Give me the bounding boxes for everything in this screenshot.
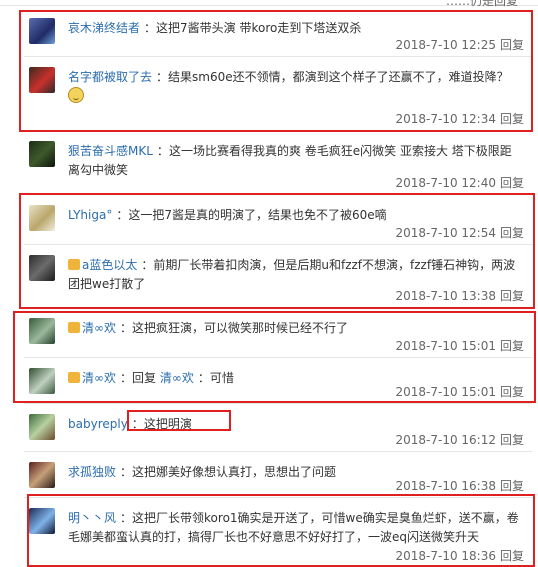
comment-text: 可惜 [209, 371, 234, 385]
avatar[interactable] [29, 508, 55, 534]
comment-meta: 2018-7-10 12:34 回复 [395, 110, 524, 127]
comment-date: 2018-7-10 13:38 [395, 289, 496, 303]
comment-body: LYhiga° ：这一把7酱是真的明演了，结果也免不了被60e嘀 [68, 208, 387, 222]
comment-row: 狠苦奋斗感MKL ：这一场比赛看得我真的爽 卷毛疯狂e闪微笑 亚索接大 塔下极限距… [24, 131, 532, 195]
comment-meta: 2018-7-10 16:12 回复 [395, 431, 524, 448]
comment-meta: 2018-7-10 12:25 回复 [395, 36, 524, 53]
user-badge-icon [68, 259, 80, 270]
avatar[interactable] [29, 205, 55, 231]
avatar[interactable] [29, 141, 55, 167]
comment-body: 清∞欢 ：这把疯狂演，可以微笑那时候已经不行了 [68, 319, 520, 338]
username-link[interactable]: a蓝色以太 [82, 258, 137, 272]
comment-meta: 2018-7-10 12:40 回复 [395, 174, 524, 191]
avatar[interactable] [29, 18, 55, 44]
comment-row: babyreply ：这把明演 2018-7-10 16:12 回复 [24, 404, 532, 452]
comment-text: 这把娜美好像想认真打，思想出了问题 [132, 465, 337, 479]
comment-row: 求孤独败 ：这把娜美好像想认真打，思想出了问题 2018-7-10 16:38 回复 [24, 452, 532, 498]
comment-meta: 2018-7-10 18:36 回复 [395, 547, 524, 564]
username-link[interactable]: babyreply [68, 417, 128, 431]
comment-row: 清∞欢 ：这把疯狂演，可以微笑那时候已经不行了 2018-7-10 15:01 回复 [24, 308, 532, 358]
avatar[interactable] [29, 414, 55, 440]
comment-text: 这把明演 [143, 417, 192, 431]
username-link[interactable]: 狠苦奋斗感MKL [68, 144, 153, 158]
reply-link[interactable]: 回复 [500, 549, 524, 563]
comment-meta: 2018-7-10 15:01 回复 [395, 383, 524, 400]
avatar[interactable] [29, 255, 55, 281]
username-link[interactable]: 清∞欢 [82, 371, 116, 385]
avatar[interactable] [29, 368, 55, 394]
reply-link[interactable]: 回复 [500, 226, 524, 240]
avatar[interactable] [29, 67, 55, 93]
username-link[interactable]: 清∞欢 [82, 321, 116, 335]
comment-date: 2018-7-10 18:36 [395, 549, 496, 563]
comment-date: 2018-7-10 15:01 [395, 385, 496, 399]
comment-date: 2018-7-10 12:54 [395, 226, 496, 240]
reply-link[interactable]: 回复 [500, 38, 524, 52]
reply-link[interactable]: 回复 [500, 479, 524, 493]
comment-meta: 2018-7-10 13:38 回复 [395, 287, 524, 304]
avatar[interactable] [29, 318, 55, 344]
reply-link[interactable]: 回复 [500, 339, 524, 353]
username-link[interactable]: LYhiga° [68, 208, 112, 222]
comment-body: 名字都被取了去 ：结果sm60e还不领情，都演到这个样子了还赢不了，难道投降？ [68, 68, 520, 106]
reply-link[interactable]: 回复 [500, 385, 524, 399]
comment-text: 这把疯狂演，可以微笑那时候已经不行了 [132, 321, 349, 335]
comment-date: 2018-7-10 16:12 [395, 433, 496, 447]
grin-emoji-icon [68, 87, 84, 103]
comment-date: 2018-7-10 16:38 [395, 479, 496, 493]
username-link[interactable]: 求孤独败 [68, 465, 116, 479]
comment-meta: 2018-7-10 12:54 回复 [395, 224, 524, 241]
reply-target-link[interactable]: 清∞欢 [160, 371, 194, 385]
comment-meta: 2018-7-10 15:01 回复 [395, 337, 524, 354]
username-link[interactable]: 名字都被取了去 [68, 70, 152, 84]
comment-date: 2018-7-10 12:40 [395, 176, 496, 190]
reply-link[interactable]: 回复 [500, 112, 524, 126]
comment-row: 名字都被取了去 ：结果sm60e还不领情，都演到这个样子了还赢不了，难道投降？ 2… [24, 57, 532, 131]
username-link[interactable]: 明丶丶风 [68, 511, 116, 525]
comment-text: 这一把7酱是真的明演了，结果也免不了被60e嘀 [128, 208, 387, 222]
user-badge-icon [68, 372, 80, 383]
comment-row: 明丶丶风 ：这把厂长带领koro1确实是开送了，可惜we确实是臭鱼烂虾，送不赢，卷… [24, 498, 532, 567]
comment-row: 清∞欢 ：回复 清∞欢 ：可惜 2018-7-10 15:01 回复 [24, 358, 532, 404]
comment-text: 结果sm60e还不领情，都演到这个样子了还赢不了，难道投降？ [168, 70, 509, 84]
comment-text: 这把7酱带头演 带koro走到下塔送双杀 [156, 21, 362, 35]
avatar[interactable] [29, 462, 55, 488]
comment-row: 哀木涕终结者 ：这把7酱带头演 带koro走到下塔送双杀 2018-7-10 12… [24, 8, 532, 57]
previous-comment-edge: ……仍是回复 [0, 0, 538, 8]
reply-prefix: 回复 [132, 371, 157, 385]
comment-body: 明丶丶风 ：这把厂长带领koro1确实是开送了，可惜we确实是臭鱼烂虾，送不赢，卷… [68, 511, 519, 544]
user-badge-icon [68, 322, 80, 333]
comment-date: 2018-7-10 12:25 [395, 38, 496, 52]
comment-date: 2018-7-10 12:34 [395, 112, 496, 126]
username-link[interactable]: 哀木涕终结者 [68, 21, 140, 35]
comment-row: a蓝色以太 ：前期厂长带着扣肉演，但是后期u和fzzf不想演，fzzf锤石神钩，两… [24, 245, 532, 308]
comment-meta: 2018-7-10 16:38 回复 [395, 477, 524, 494]
comment-row: LYhiga° ：这一把7酱是真的明演了，结果也免不了被60e嘀 2018-7-1… [24, 195, 532, 245]
comment-date: 2018-7-10 15:01 [395, 339, 496, 353]
reply-link[interactable]: 回复 [500, 289, 524, 303]
comment-text: 这把厂长带领koro1确实是开送了，可惜we确实是臭鱼烂虾，送不赢，卷毛娜美都蛮… [68, 511, 519, 544]
reply-link[interactable]: 回复 [500, 176, 524, 190]
reply-link[interactable]: 回复 [500, 433, 524, 447]
